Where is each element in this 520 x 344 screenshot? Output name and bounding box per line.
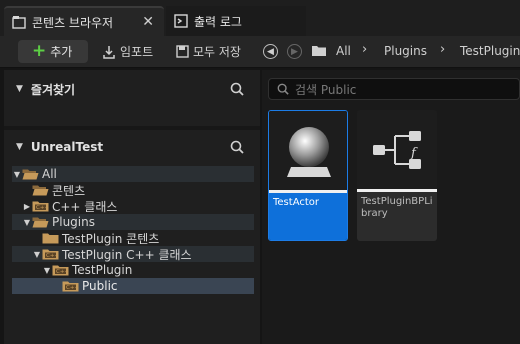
breadcrumb-item-all[interactable]: All: [336, 44, 351, 58]
open-folder-icon: [32, 184, 50, 196]
tree-item[interactable]: ▼ All: [12, 166, 254, 182]
tree-item[interactable]: ▼ C++ TestPlugin C++ 클래스: [12, 246, 254, 262]
cpp-folder-icon: C++: [42, 248, 60, 260]
sources-panel: ▼ 즐겨찾기 ▼ UnrealTest ▼ All 콘텐츠 ▶ C++ C++ 클래스 ▼ P…: [4, 70, 260, 344]
arrow-right-icon: ▶: [291, 46, 298, 57]
search-icon[interactable]: [230, 140, 244, 157]
caret-right-icon[interactable]: ▶: [22, 202, 32, 211]
caret-down-icon[interactable]: ▼: [22, 218, 32, 227]
tab-content-browser[interactable]: 콘텐츠 브라우저 ✕: [4, 6, 164, 36]
tree-item-label: TestPlugin: [72, 263, 133, 277]
caret-down-icon: ▼: [16, 84, 23, 94]
save-icon: [176, 45, 189, 58]
tab-label: 출력 로그: [194, 14, 242, 29]
svg-text:C++: C++: [36, 205, 49, 211]
import-button[interactable]: 임포트: [102, 43, 153, 60]
cpp-folder-icon: C++: [32, 200, 50, 212]
open-folder-icon: [22, 168, 40, 180]
toolbar: + 추가 임포트 모두 저장 ◀ ▶ All › Plugins › TestP…: [0, 36, 520, 68]
cpp-folder-icon: C++: [52, 264, 70, 276]
favorites-header[interactable]: ▼ 즐겨찾기: [4, 72, 260, 106]
favorites-title: 즐겨찾기: [30, 82, 76, 97]
arrow-left-icon: ◀: [267, 46, 274, 57]
search-icon[interactable]: [230, 82, 244, 99]
asset-label: TestActor: [269, 193, 347, 240]
tree-item[interactable]: ▶ C++ C++ 클래스: [12, 198, 254, 214]
content-browser-icon: [12, 15, 26, 29]
svg-text:C++: C++: [66, 285, 79, 291]
cpp-folder-icon: C++: [62, 280, 80, 292]
function-library-icon: f: [373, 131, 421, 169]
project-title: UnrealTest: [30, 140, 104, 154]
folder-icon: [42, 232, 60, 244]
add-button[interactable]: + 추가: [18, 40, 88, 63]
caret-down-icon[interactable]: ▼: [32, 250, 42, 259]
back-button[interactable]: ◀: [263, 44, 278, 59]
save-all-label: 모두 저장: [193, 45, 241, 59]
tab-output-log[interactable]: 출력 로그: [166, 6, 306, 36]
tab-bar: 콘텐츠 브라우저 ✕ 출력 로그: [0, 0, 520, 36]
tree-item-label: C++ 클래스: [52, 199, 118, 214]
asset-tile-testactor[interactable]: TestActor: [268, 110, 348, 241]
tree-item[interactable]: 콘텐츠: [12, 182, 254, 198]
open-folder-icon: [32, 216, 50, 228]
caret-down-icon[interactable]: ▼: [12, 170, 22, 179]
tree-item-label: All: [42, 167, 57, 181]
actor-sphere-icon: [287, 127, 331, 177]
svg-text:C++: C++: [56, 269, 69, 275]
tree-item[interactable]: ▼ Plugins: [12, 214, 254, 230]
tree-item-label: 콘텐츠: [52, 183, 86, 198]
tree-item[interactable]: C++ Public: [12, 278, 254, 294]
import-label: 임포트: [120, 45, 154, 59]
import-icon: [102, 45, 116, 59]
chevron-right-icon: ›: [362, 42, 368, 57]
breadcrumb-item-plugins[interactable]: Plugins: [384, 44, 427, 58]
svg-text:C++: C++: [46, 253, 59, 259]
tree-item-label: TestPlugin C++ 클래스: [62, 247, 192, 262]
forward-button[interactable]: ▶: [287, 44, 302, 59]
svg-text:f: f: [410, 146, 418, 161]
asset-tile-testpluginbplibrary[interactable]: f TestPluginBPLibrary: [357, 110, 437, 241]
tree-item-label: Plugins: [52, 215, 95, 229]
asset-label: TestPluginBPLibrary: [357, 192, 437, 241]
tree-item-label: Public: [82, 279, 118, 293]
search-input[interactable]: 검색 Public: [268, 78, 520, 100]
close-icon[interactable]: ✕: [142, 14, 154, 30]
caret-down-icon[interactable]: ▼: [42, 266, 52, 275]
search-placeholder: 검색 Public: [295, 82, 357, 97]
tree-item[interactable]: TestPlugin 콘텐츠: [12, 230, 254, 246]
chevron-right-icon: ›: [440, 42, 446, 57]
add-button-label: 추가: [50, 45, 73, 59]
search-icon: [277, 83, 289, 95]
save-all-button[interactable]: 모두 저장: [176, 43, 241, 60]
asset-thumbnail: f: [357, 110, 437, 190]
tab-label: 콘텐츠 브라우저: [32, 15, 114, 30]
asset-view: 검색 Public TestActor f TestPluginBPLibrar…: [262, 70, 520, 344]
asset-thumbnail: [269, 111, 347, 191]
project-header[interactable]: ▼ UnrealTest: [4, 130, 260, 164]
output-log-icon: [174, 14, 188, 28]
folder-icon: [311, 44, 327, 60]
caret-down-icon: ▼: [16, 142, 23, 152]
tree-item-label: TestPlugin 콘텐츠: [62, 231, 160, 246]
plus-icon: +: [32, 41, 47, 61]
breadcrumb-item-testplugin[interactable]: TestPlugin: [460, 44, 520, 58]
tree-item[interactable]: ▼ C++ TestPlugin: [12, 262, 254, 278]
